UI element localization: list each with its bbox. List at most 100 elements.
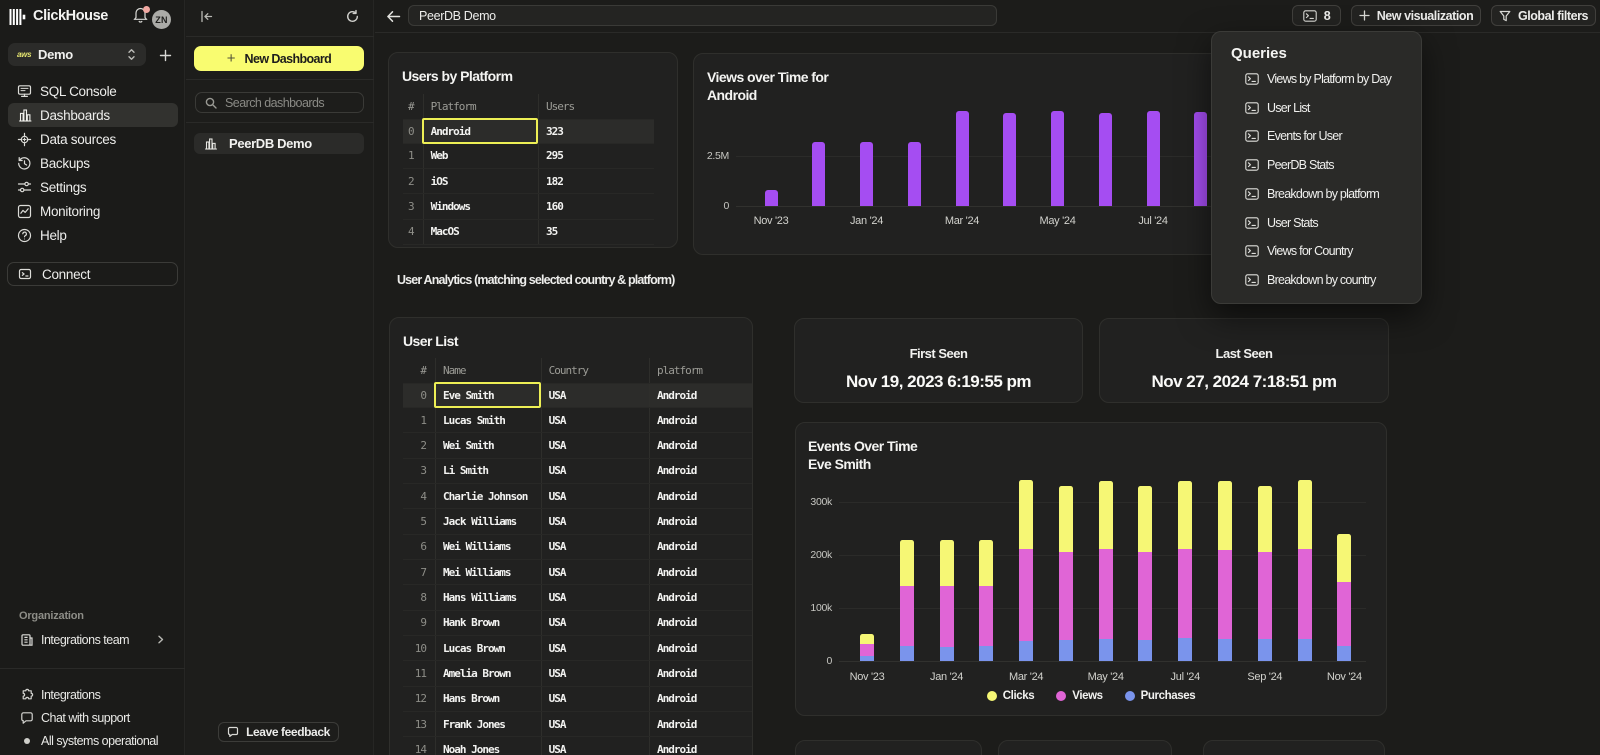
table-cell[interactable]: Amelia Brown: [435, 661, 541, 685]
query-menu-item-breakdown-by-country[interactable]: Breakdown by country: [1220, 266, 1415, 294]
column-header-[interactable]: #: [403, 94, 423, 119]
sidebar-item-settings[interactable]: Settings: [8, 175, 178, 199]
legend-item-views[interactable]: Views: [1056, 690, 1102, 702]
table-cell[interactable]: Android: [649, 535, 753, 559]
back-button[interactable]: [384, 6, 402, 26]
table-cell[interactable]: 182: [538, 169, 654, 193]
table-cell[interactable]: Charlie Johnson: [435, 484, 541, 508]
table-cell[interactable]: Noah Jones: [435, 737, 541, 755]
legend-item-purchases[interactable]: Purchases: [1125, 690, 1196, 702]
table-cell[interactable]: Android: [649, 484, 753, 508]
table-cell[interactable]: USA: [541, 737, 649, 755]
table-cell[interactable]: Android: [649, 585, 753, 609]
dashboard-list-item[interactable]: PeerDB Demo: [194, 133, 364, 154]
global-filters-button[interactable]: Global filters: [1491, 5, 1596, 26]
table-cell[interactable]: USA: [541, 585, 649, 609]
table-cell[interactable]: USA: [541, 611, 649, 635]
table-cell[interactable]: MacOS: [423, 220, 538, 244]
table-cell[interactable]: Windows: [423, 194, 538, 218]
table-cell[interactable]: Android: [649, 661, 753, 685]
table-cell[interactable]: Frank Jones: [435, 712, 541, 736]
table-cell[interactable]: 295: [538, 144, 654, 168]
table-cell[interactable]: Android: [649, 560, 753, 584]
sidebar-item-all-systems-operational[interactable]: All systems operational: [8, 729, 185, 752]
table-cell[interactable]: Android: [649, 433, 753, 457]
table-cell[interactable]: 323: [538, 120, 654, 143]
sidebar-item-chat-with-support[interactable]: Chat with support: [8, 706, 185, 729]
sidebar-item-sql-console[interactable]: SQL Console: [8, 79, 178, 103]
column-header-platform[interactable]: platform: [649, 358, 753, 383]
table-cell[interactable]: Eve Smith: [435, 384, 541, 407]
table-cell[interactable]: USA: [541, 712, 649, 736]
table-cell[interactable]: Android: [649, 459, 753, 483]
table-cell[interactable]: Lucas Brown: [435, 636, 541, 660]
table-cell[interactable]: Hank Brown: [435, 611, 541, 635]
table-cell[interactable]: Android: [423, 120, 538, 143]
table-cell[interactable]: Android: [649, 408, 753, 432]
sidebar-item-data-sources[interactable]: Data sources: [8, 127, 178, 151]
table-cell[interactable]: Android: [649, 687, 753, 711]
column-header-[interactable]: #: [403, 358, 435, 383]
query-menu-item-peerdb-stats[interactable]: PeerDB Stats: [1220, 151, 1415, 179]
table-cell[interactable]: Hans Williams: [435, 585, 541, 609]
table-cell[interactable]: Android: [649, 611, 753, 635]
notifications-bell-icon[interactable]: [133, 6, 151, 26]
query-menu-item-user-stats[interactable]: User Stats: [1220, 209, 1415, 237]
table-cell[interactable]: USA: [541, 560, 649, 584]
sidebar-item-monitoring[interactable]: Monitoring: [8, 199, 178, 223]
table-cell[interactable]: 35: [538, 220, 654, 244]
table-cell[interactable]: 160: [538, 194, 654, 218]
table-cell[interactable]: USA: [541, 535, 649, 559]
table-cell[interactable]: Jack Williams: [435, 509, 541, 533]
table-cell[interactable]: Android: [649, 712, 753, 736]
table-cell[interactable]: Hans Brown: [435, 687, 541, 711]
table-cell[interactable]: Lucas Smith: [435, 408, 541, 432]
sidebar-item-help[interactable]: Help: [8, 223, 178, 247]
table-cell[interactable]: USA: [541, 384, 649, 407]
new-dashboard-button[interactable]: + New Dashboard: [194, 46, 364, 71]
table-cell[interactable]: USA: [541, 509, 649, 533]
column-header-platform[interactable]: Platform: [423, 94, 538, 119]
table-cell[interactable]: Android: [649, 509, 753, 533]
query-menu-item-breakdown-by-platform[interactable]: Breakdown by platform: [1220, 180, 1415, 208]
legend-item-clicks[interactable]: Clicks: [987, 690, 1034, 702]
sidebar-item-integrations[interactable]: Integrations: [8, 683, 185, 706]
sidebar-item-dashboards[interactable]: Dashboards: [8, 103, 178, 127]
avatar[interactable]: ZN: [152, 10, 171, 29]
table-cell[interactable]: Android: [649, 384, 753, 407]
table-cell[interactable]: Wei Smith: [435, 433, 541, 457]
query-menu-item-events-for-user[interactable]: Events for User: [1220, 122, 1415, 150]
column-header-users[interactable]: Users: [538, 94, 654, 119]
table-cell[interactable]: Android: [649, 737, 753, 755]
query-menu-item-views-for-country[interactable]: Views for Country: [1220, 237, 1415, 265]
org-select[interactable]: aws Demo: [8, 43, 146, 66]
table-cell[interactable]: iOS: [423, 169, 538, 193]
collapse-panel-icon[interactable]: [199, 9, 214, 24]
connect-button[interactable]: Connect: [7, 262, 178, 286]
table-cell[interactable]: Li Smith: [435, 459, 541, 483]
table-cell[interactable]: USA: [541, 433, 649, 457]
column-header-country[interactable]: Country: [541, 358, 649, 383]
add-service-button[interactable]: [155, 45, 175, 65]
leave-feedback-button[interactable]: Leave feedback: [218, 722, 339, 742]
table-cell[interactable]: USA: [541, 661, 649, 685]
dashboard-title-input[interactable]: PeerDB Demo: [408, 5, 997, 26]
sidebar-item-backups[interactable]: Backups: [8, 151, 178, 175]
table-cell[interactable]: USA: [541, 484, 649, 508]
column-header-name[interactable]: Name: [435, 358, 541, 383]
table-cell[interactable]: Android: [649, 636, 753, 660]
query-menu-item-user-list[interactable]: User List: [1220, 94, 1415, 122]
table-cell[interactable]: USA: [541, 687, 649, 711]
table-cell[interactable]: USA: [541, 459, 649, 483]
sidebar-item-integrations-team[interactable]: Integrations team: [8, 628, 177, 652]
table-cell[interactable]: Wei Williams: [435, 535, 541, 559]
table-cell[interactable]: USA: [541, 636, 649, 660]
query-menu-item-views-by-platform-by-day[interactable]: Views by Platform by Day: [1220, 65, 1415, 93]
new-visualization-button[interactable]: New visualization: [1351, 5, 1481, 26]
search-dashboards-input[interactable]: Search dashboards: [195, 92, 364, 113]
table-cell[interactable]: Web: [423, 144, 538, 168]
table-cell[interactable]: USA: [541, 408, 649, 432]
table-cell[interactable]: Mei Williams: [435, 560, 541, 584]
queries-button[interactable]: 8: [1292, 5, 1341, 26]
refresh-icon[interactable]: [345, 9, 360, 24]
